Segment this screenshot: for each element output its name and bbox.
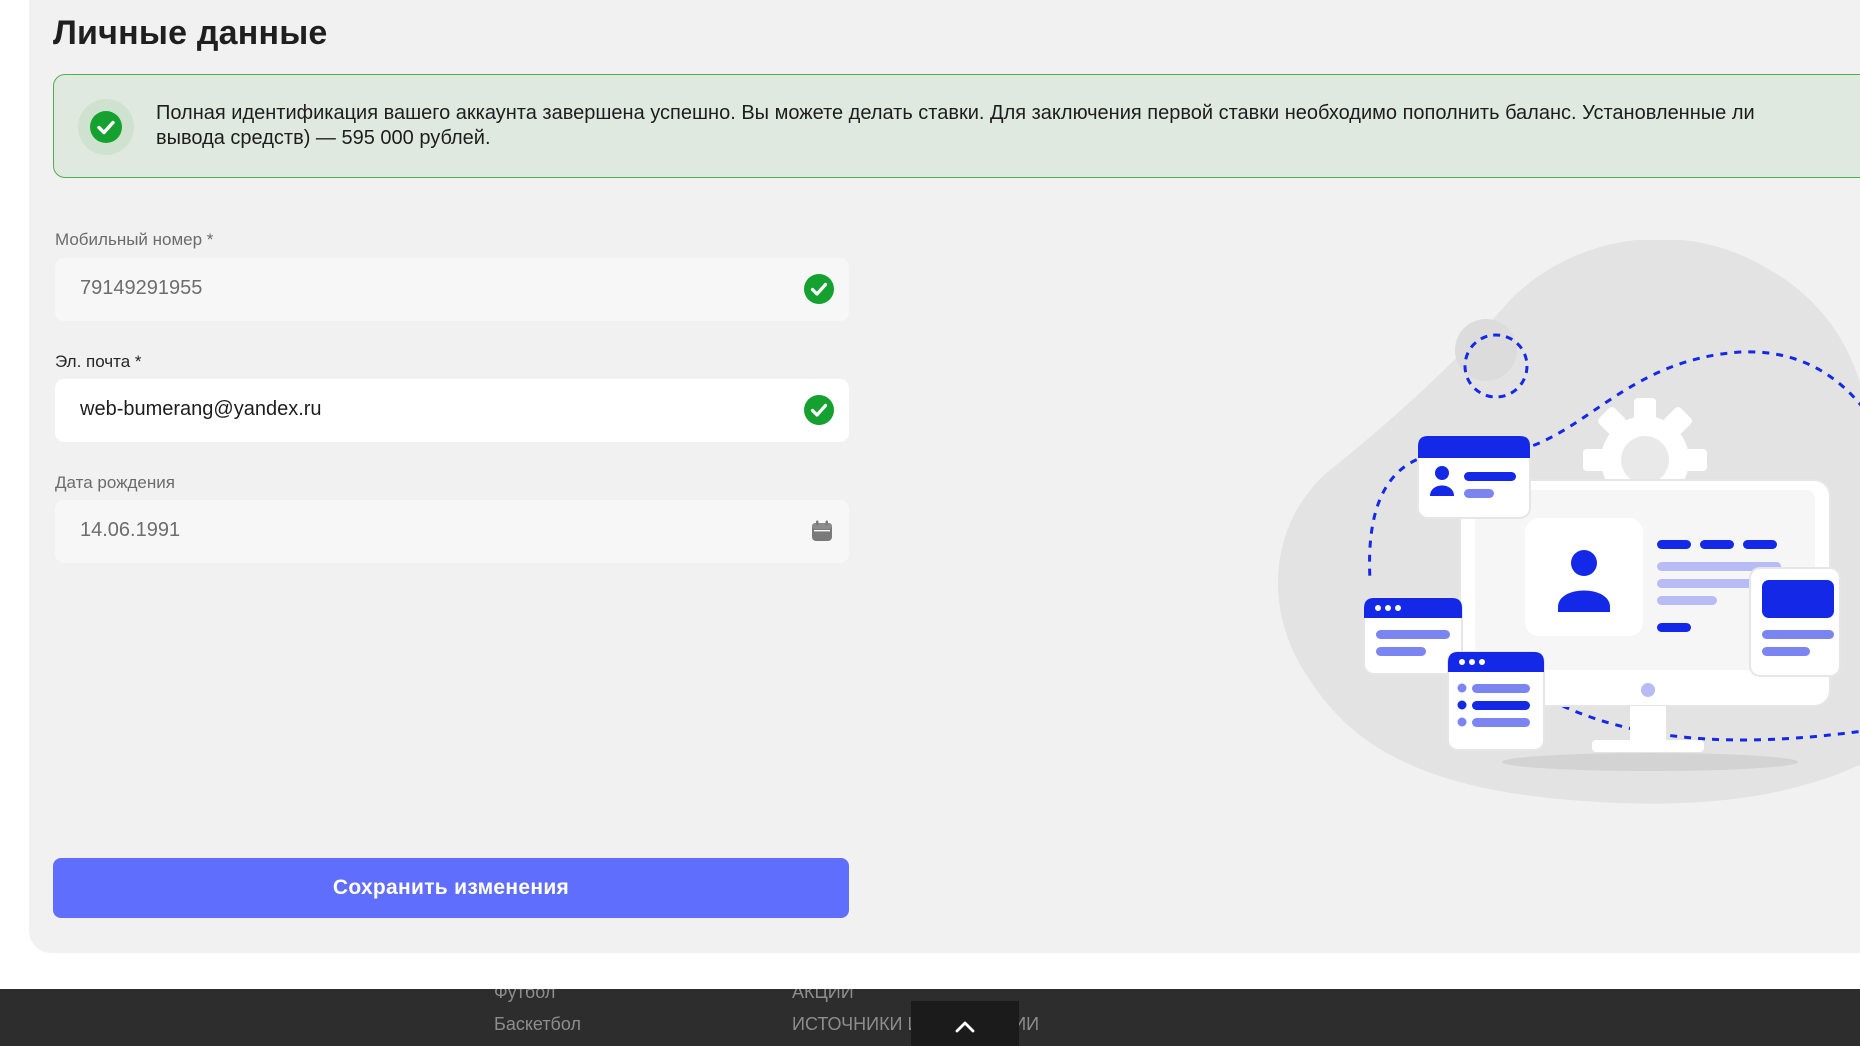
profile-illustration: [1270, 238, 1860, 815]
notice-line-2: вывода средств) — 595 000 рублей.: [156, 127, 491, 149]
chevron-up-icon: [953, 1015, 977, 1044]
email-label: Эл. почта *: [55, 352, 142, 371]
footer-link-football[interactable]: Футбол: [494, 989, 555, 1003]
scroll-top-button[interactable]: [911, 1001, 1019, 1046]
phone-field[interactable]: 79149291955: [55, 258, 849, 321]
check-circle-icon: [90, 111, 122, 143]
email-value: web-bumerang@yandex.ru: [80, 398, 322, 420]
page-title: Личные данные: [53, 14, 328, 52]
verification-notice: Полная идентификация вашего аккаунта зав…: [53, 74, 1860, 178]
check-circle-icon: [804, 274, 834, 304]
birthdate-value: 14.06.1991: [80, 519, 181, 541]
email-field[interactable]: web-bumerang@yandex.ru: [55, 379, 849, 442]
notice-icon-halo: [78, 99, 134, 155]
notice-text: Полная идентификация вашего аккаунта зав…: [156, 101, 1860, 151]
birthdate-field[interactable]: 14.06.1991: [55, 500, 849, 563]
site-footer: Футбол Баскетбол АКЦИИ ИСТОЧНИКИ ИНФОРМА…: [0, 989, 1860, 1046]
phone-label: Мобильный номер *: [55, 230, 214, 249]
check-circle-icon: [804, 395, 834, 425]
save-button[interactable]: Сохранить изменения: [53, 858, 849, 918]
notice-line-1: Полная идентификация вашего аккаунта зав…: [156, 102, 1755, 124]
calendar-icon[interactable]: [811, 520, 833, 547]
birthdate-label: Дата рождения: [55, 473, 175, 492]
phone-value: 79149291955: [80, 277, 203, 299]
footer-link-promotions[interactable]: АКЦИИ: [792, 989, 854, 1003]
footer-link-basketball[interactable]: Баскетбол: [494, 1014, 581, 1035]
